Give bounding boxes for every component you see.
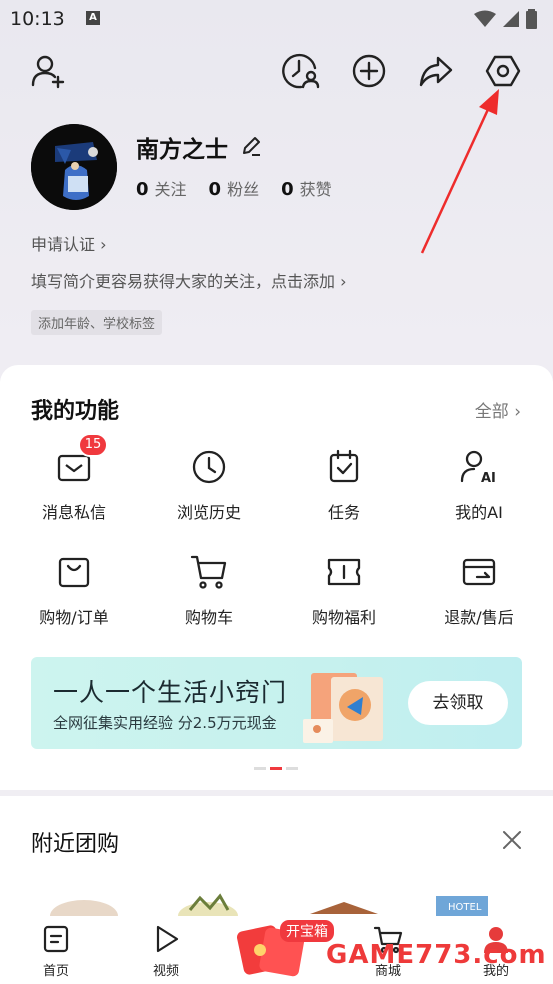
stat-following[interactable]: 0 关注	[136, 176, 187, 200]
functions-all-link[interactable]: 全部 ›	[475, 397, 521, 422]
cart-icon	[190, 555, 227, 589]
settings-icon	[485, 55, 521, 87]
grid-item-shopping-benefits[interactable]: 购物福利	[284, 552, 404, 628]
create-icon	[352, 54, 386, 88]
username[interactable]: 南方之士	[136, 130, 228, 164]
nearby-close-button[interactable]	[501, 829, 523, 855]
avatar-image-icon	[31, 124, 117, 210]
svg-text:HOTEL: HOTEL	[448, 902, 482, 913]
stat-likes[interactable]: 0 获赞	[281, 176, 332, 200]
my-functions-panel: 我的功能 全部 › 15 消息私信 浏览历史 任务 AI 我的AI 购物/订单 …	[0, 365, 553, 790]
annotation-arrow	[420, 89, 499, 254]
functions-title: 我的功能	[31, 399, 120, 424]
coupon-icon	[327, 558, 361, 586]
visit-history-button[interactable]	[282, 52, 320, 90]
bio-hint-link[interactable]: 填写简介更容易获得大家的关注，点击添加 ›	[31, 268, 347, 292]
grid-item-label: 购物车	[184, 608, 233, 627]
add-tag-chip[interactable]: 添加年龄、学校标签	[31, 310, 163, 335]
nearby-title: 附近团购	[31, 832, 120, 857]
grid-item-messages[interactable]: 15 消息私信	[14, 433, 134, 523]
nav-label: 视频	[152, 964, 179, 979]
grid-item-my-ai[interactable]: AI 我的AI	[419, 447, 539, 523]
notification-indicator: A	[86, 11, 100, 25]
carousel-dots	[254, 767, 298, 770]
grid-item-label: 我的AI	[455, 503, 503, 522]
banner-illustration-icon	[303, 673, 383, 743]
share-icon	[419, 56, 453, 87]
calendar-check-icon	[329, 449, 359, 483]
add-friend-button[interactable]	[29, 52, 67, 90]
grid-item-label: 浏览历史	[176, 503, 241, 522]
clock-icon	[192, 450, 226, 484]
profile-stats: 0 关注 0 粉丝 0 获赞	[136, 176, 332, 200]
banner-claim-button[interactable]: 去领取	[408, 681, 508, 725]
visit-history-icon	[282, 53, 320, 89]
create-button[interactable]	[350, 52, 388, 90]
refund-card-icon	[462, 558, 496, 586]
add-friend-icon	[31, 55, 65, 89]
avatar[interactable]	[31, 124, 117, 210]
ai-person-icon: AI	[460, 450, 496, 486]
apply-certification-link[interactable]: 申请认证 ›	[31, 231, 107, 255]
nearby-thumbnails: HOTEL	[50, 893, 488, 916]
life-tips-banner[interactable]: 一人一个生活小窍门 全网征集实用经验 分2.5万元现金 去领取	[31, 657, 522, 749]
status-time: 10:13	[10, 8, 65, 30]
message-badge: 15	[78, 433, 108, 457]
home-doc-icon	[43, 925, 69, 953]
close-icon	[503, 831, 521, 849]
banner-title: 一人一个生活小窍门	[53, 678, 288, 707]
stat-followers[interactable]: 0 粉丝	[209, 176, 260, 200]
nav-label: 首页	[42, 964, 69, 979]
grid-item-label: 任务	[327, 503, 360, 522]
wifi-icon	[474, 10, 496, 27]
nav-video[interactable]: 视频	[136, 924, 196, 979]
signal-icon	[503, 11, 519, 27]
watermark: GAME773.com	[326, 940, 547, 970]
status-icons	[474, 9, 537, 29]
banner-subtitle: 全网征集实用经验 分2.5万元现金	[53, 714, 277, 732]
grid-item-orders[interactable]: 购物/订单	[14, 552, 134, 628]
grid-item-label: 购物/订单	[39, 608, 109, 627]
battery-icon	[526, 9, 537, 29]
grid-item-label: 退款/售后	[444, 608, 514, 627]
play-icon	[156, 925, 179, 953]
svg-text:AI: AI	[481, 471, 496, 486]
grid-item-cart[interactable]: 购物车	[149, 552, 269, 628]
grid-item-label: 购物福利	[311, 608, 376, 627]
edit-name-button[interactable]	[240, 135, 262, 161]
pencil-icon	[243, 137, 260, 156]
grid-item-history[interactable]: 浏览历史	[149, 447, 269, 523]
status-bar: 10:13 A	[0, 0, 553, 38]
grid-item-tasks[interactable]: 任务	[284, 447, 404, 523]
grid-item-label: 消息私信	[41, 503, 106, 522]
shopping-bag-icon	[58, 557, 90, 588]
grid-item-refund[interactable]: 退款/售后	[419, 552, 539, 628]
open-treasure-badge[interactable]: 开宝箱	[280, 920, 334, 942]
nav-home[interactable]: 首页	[26, 924, 86, 979]
